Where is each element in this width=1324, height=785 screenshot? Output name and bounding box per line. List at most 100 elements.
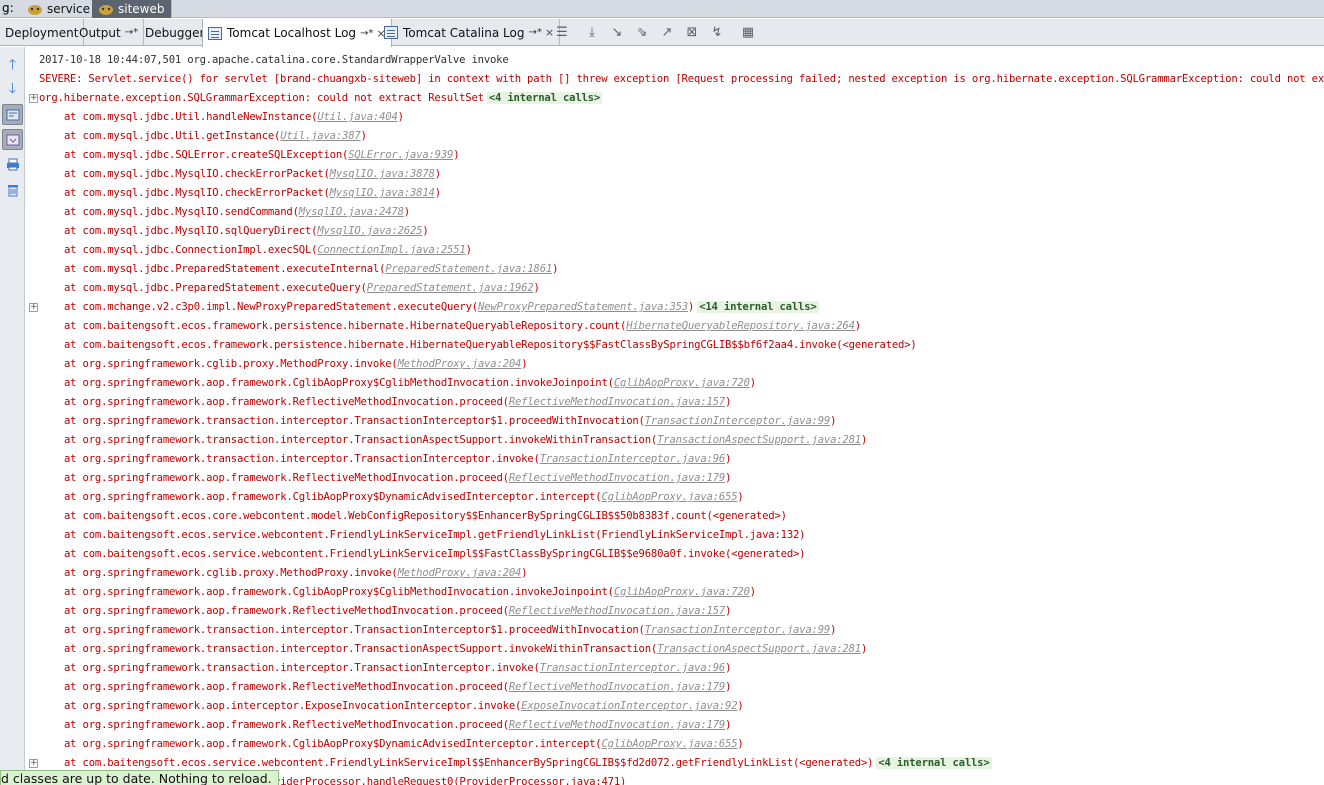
log-line: at org.springframework.aop.framework.Ref… bbox=[64, 716, 731, 735]
source-link[interactable]: TransactionInterceptor.java:99 bbox=[645, 415, 831, 427]
pin-icon[interactable]: →* bbox=[125, 27, 138, 38]
source-link[interactable]: ReflectiveMethodInvocation.java:179 bbox=[509, 681, 725, 693]
source-link[interactable]: ReflectiveMethodInvocation.java:157 bbox=[509, 605, 725, 617]
config-tab-label: siteweb bbox=[118, 2, 165, 16]
log-line-text: at org.springframework.aop.interceptor.E… bbox=[64, 700, 522, 712]
source-link[interactable]: ReflectiveMethodInvocation.java:157 bbox=[509, 396, 725, 408]
log-line: at org.springframework.cglib.proxy.Metho… bbox=[64, 564, 528, 583]
show-execution-point-icon[interactable]: ☰ bbox=[552, 23, 572, 41]
log-line-text: at com.mchange.v2.c3p0.impl.NewProxyPrep… bbox=[64, 301, 478, 313]
log-line-text: SEVERE: Servlet.service() for servlet [b… bbox=[39, 73, 1324, 85]
log-line-text: at com.baitengsoft.ecos.framework.persis… bbox=[64, 339, 917, 351]
log-line-text: at org.springframework.transaction.inter… bbox=[64, 624, 645, 636]
source-link[interactable]: CglibAopProxy.java:720 bbox=[614, 586, 750, 598]
log-line-tail: ) bbox=[725, 719, 732, 731]
log-line-text: at org.springframework.transaction.inter… bbox=[64, 434, 658, 446]
strip-prefix: g: bbox=[2, 1, 14, 15]
source-link[interactable]: PreparedStatement.java:1861 bbox=[385, 263, 552, 275]
source-link[interactable]: MysqlIO.java:2625 bbox=[317, 225, 422, 237]
log-line-tail: ) bbox=[533, 282, 540, 294]
tab-label: Tomcat Catalina Log bbox=[403, 25, 525, 40]
source-link[interactable]: HibernateQueryableRepository.java:264 bbox=[626, 320, 855, 332]
source-link[interactable]: TransactionAspectSupport.java:281 bbox=[657, 434, 861, 446]
step-into-icon[interactable]: ↘ bbox=[607, 23, 627, 41]
expand-fold-icon[interactable]: + bbox=[29, 94, 38, 103]
source-link[interactable]: TransactionAspectSupport.java:281 bbox=[657, 643, 861, 655]
log-line-tail: ) bbox=[749, 377, 756, 389]
log-line-text: at com.mysql.jdbc.MysqlIO.sendCommand( bbox=[64, 206, 299, 218]
log-line-text: at com.baitengsoft.ecos.service.webconte… bbox=[64, 529, 806, 541]
internal-calls-fold[interactable]: <4 internal calls> bbox=[486, 92, 603, 104]
tab-tomcat-localhost-log[interactable]: Tomcat Localhost Log →* × bbox=[202, 19, 392, 47]
config-tab-service[interactable]: service bbox=[21, 0, 97, 18]
evaluate-expression-icon[interactable]: ▦ bbox=[738, 23, 758, 41]
log-console[interactable]: 2017-10-18 10:44:07,501 org.apache.catal… bbox=[26, 47, 1324, 785]
expand-fold-icon[interactable]: + bbox=[29, 759, 38, 768]
source-link[interactable]: ReflectiveMethodInvocation.java:179 bbox=[509, 472, 725, 484]
log-line-tail: ) bbox=[737, 738, 744, 750]
log-line-text: at com.mysql.jdbc.MysqlIO.checkErrorPack… bbox=[64, 168, 330, 180]
source-link[interactable]: SQLError.java:939 bbox=[348, 149, 453, 161]
log-line-tail: ) bbox=[725, 472, 732, 484]
drop-frame-icon[interactable]: ⊠ bbox=[682, 23, 702, 41]
log-line-tail: ) bbox=[725, 453, 732, 465]
source-link[interactable]: MysqlIO.java:3878 bbox=[330, 168, 435, 180]
pin-icon[interactable]: →* bbox=[528, 27, 541, 38]
internal-calls-fold[interactable]: <4 internal calls> bbox=[876, 757, 992, 769]
source-link[interactable]: Util.java:387 bbox=[280, 130, 361, 142]
print-icon[interactable] bbox=[2, 154, 23, 175]
log-line: at org.springframework.aop.framework.Cgl… bbox=[64, 583, 756, 602]
tab-deployment[interactable]: Deployment bbox=[0, 19, 85, 46]
log-line-tail: ) bbox=[403, 206, 410, 218]
expand-fold-icon[interactable]: + bbox=[29, 303, 38, 312]
log-line-tail: ) bbox=[521, 567, 528, 579]
force-step-into-icon[interactable]: ⇘ bbox=[632, 23, 652, 41]
log-line: at org.springframework.transaction.inter… bbox=[64, 431, 867, 450]
source-link[interactable]: MethodProxy.java:204 bbox=[398, 358, 522, 370]
source-link[interactable]: ConnectionImpl.java:2551 bbox=[317, 244, 465, 256]
log-line: at org.springframework.aop.framework.Ref… bbox=[64, 602, 731, 621]
log-line: at org.springframework.aop.framework.Cgl… bbox=[64, 488, 744, 507]
source-link[interactable]: TransactionInterceptor.java:96 bbox=[540, 453, 726, 465]
source-link[interactable]: CglibAopProxy.java:720 bbox=[614, 377, 750, 389]
log-line-tail: ) bbox=[688, 301, 695, 313]
log-line-text: at com.baitengsoft.ecos.service.webconte… bbox=[64, 757, 874, 769]
source-link[interactable]: CglibAopProxy.java:655 bbox=[601, 738, 737, 750]
source-link[interactable]: MysqlIO.java:3814 bbox=[330, 187, 435, 199]
source-link[interactable]: ReflectiveMethodInvocation.java:179 bbox=[509, 719, 725, 731]
source-link[interactable]: MethodProxy.java:204 bbox=[398, 567, 522, 579]
down-arrow-icon[interactable]: 🡓 bbox=[2, 79, 23, 100]
log-line-text: at com.mysql.jdbc.SQLError.createSQLExce… bbox=[64, 149, 349, 161]
log-file-icon bbox=[208, 26, 222, 40]
tab-debugger[interactable]: Debugger bbox=[140, 19, 211, 46]
source-link[interactable]: PreparedStatement.java:1962 bbox=[367, 282, 534, 294]
step-out-icon[interactable]: ↗ bbox=[657, 23, 677, 41]
source-link[interactable]: TransactionInterceptor.java:99 bbox=[645, 624, 831, 636]
log-line-text: at org.springframework.cglib.proxy.Metho… bbox=[64, 358, 398, 370]
up-arrow-icon[interactable]: 🡑 bbox=[2, 55, 23, 76]
run-configurations-strip: g: service siteweb bbox=[0, 0, 1324, 18]
tab-tomcat-catalina-log[interactable]: Tomcat Catalina Log →* × bbox=[379, 19, 561, 46]
source-link[interactable]: NewProxyPreparedStatement.java:353 bbox=[478, 301, 688, 313]
log-line: org.hibernate.exception.SQLGrammarExcept… bbox=[39, 89, 603, 108]
log-line: at com.baitengsoft.ecos.service.webconte… bbox=[64, 545, 806, 564]
log-line-text: at com.mysql.jdbc.PreparedStatement.exec… bbox=[64, 282, 367, 294]
log-line-text: at org.springframework.aop.framework.Cgl… bbox=[64, 586, 614, 598]
source-link[interactable]: ExposeInvocationInterceptor.java:92 bbox=[521, 700, 737, 712]
clear-all-icon[interactable] bbox=[2, 179, 23, 200]
step-over-icon[interactable]: ⤓ bbox=[582, 23, 602, 41]
pin-icon[interactable]: →* bbox=[360, 28, 373, 39]
log-line-text: at org.springframework.aop.framework.Cgl… bbox=[64, 377, 614, 389]
internal-calls-fold[interactable]: <14 internal calls> bbox=[697, 301, 819, 313]
soft-wrap-icon[interactable] bbox=[2, 104, 23, 125]
source-link[interactable]: CglibAopProxy.java:655 bbox=[601, 491, 737, 503]
log-line-tail: ) bbox=[725, 605, 732, 617]
tab-output[interactable]: Output →* bbox=[74, 19, 145, 46]
scroll-to-end-icon[interactable] bbox=[2, 129, 23, 150]
run-to-cursor-icon[interactable]: ↯ bbox=[707, 23, 727, 41]
source-link[interactable]: Util.java:404 bbox=[317, 111, 398, 123]
log-line-tail: ) bbox=[521, 358, 528, 370]
config-tab-siteweb[interactable]: siteweb bbox=[92, 0, 172, 18]
source-link[interactable]: TransactionInterceptor.java:96 bbox=[540, 662, 726, 674]
source-link[interactable]: MysqlIO.java:2478 bbox=[299, 206, 404, 218]
